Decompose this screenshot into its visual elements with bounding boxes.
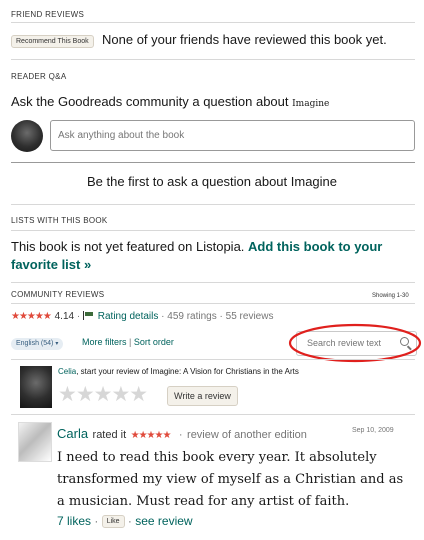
separator: · [178, 429, 183, 441]
divider [11, 59, 415, 60]
more-filters-link[interactable]: More filters [82, 337, 127, 347]
avg-rating-value: 4.14 [54, 311, 75, 322]
ask-question-input[interactable]: Ask anything about the book [50, 120, 415, 151]
chevron-down-icon: ▾ [55, 341, 59, 347]
separator: · [94, 514, 99, 528]
avatar [18, 422, 52, 462]
divider [11, 204, 415, 205]
rating-details-link[interactable]: Rating details [98, 311, 159, 322]
qa-empty-message: Be the first to ask a question about Ima… [86, 174, 338, 189]
separator: · [219, 311, 223, 322]
ratings-count: 459 ratings [167, 311, 217, 322]
reader-qa-header: READER Q&A [11, 72, 67, 81]
rating-summary: ★★★★★ 4.14 · Rating details · 459 rating… [11, 311, 273, 322]
avatar [11, 120, 43, 152]
language-filter[interactable]: English (54) ▾ [11, 338, 64, 350]
lists-header: LISTS WITH THIS BOOK [11, 216, 108, 225]
divider [11, 359, 415, 360]
review-date[interactable]: Sep 10, 2009 [352, 427, 394, 434]
lists-message: This book is not yet featured on Listopi… [11, 238, 411, 274]
no-friend-reviews-text: None of your friends have reviewed this … [102, 32, 387, 47]
separator: · [161, 311, 165, 322]
start-review-text: , start your review of Imagine: A Vision… [76, 367, 299, 376]
reviews-count: 55 reviews [225, 311, 274, 322]
start-review-prompt: Celia, start your review of Imagine: A V… [58, 367, 299, 376]
bar-chart-icon [82, 311, 95, 320]
see-review-link[interactable]: see review [135, 514, 192, 528]
divider [11, 414, 415, 415]
divider [11, 22, 415, 23]
rated-it-text: rated it [92, 429, 127, 441]
user-link[interactable]: Celia [58, 367, 76, 376]
review-rating-stars: ★★★★★ [130, 430, 172, 441]
filter-links: More filters | Sort order [82, 337, 174, 347]
showing-count: Showing 1-30 [372, 293, 409, 299]
reviewer-name-link[interactable]: Carla [57, 426, 88, 441]
pipe-separator: | [129, 337, 132, 347]
friend-reviews-header: FRIEND REVIEWS [11, 10, 85, 19]
language-filter-label: English (54) [16, 340, 54, 347]
lists-text: This book is not yet featured on Listopi… [11, 239, 245, 254]
like-button[interactable]: Like [101, 515, 125, 528]
review-edition-note: review of another edition [187, 429, 307, 441]
avg-rating-stars: ★★★★★ [11, 311, 52, 322]
divider [11, 162, 415, 163]
annotation-circle [288, 323, 422, 363]
empty-rating-stars[interactable]: ★★★★★ [58, 383, 148, 407]
likes-count-link[interactable]: 7 likes [57, 514, 91, 528]
avatar [20, 366, 52, 408]
qa-prompt: Ask the Goodreads community a question a… [11, 94, 329, 109]
community-reviews-header: COMMUNITY REVIEWS [11, 290, 105, 299]
divider [11, 303, 415, 304]
divider [11, 282, 415, 283]
sort-order-link[interactable]: Sort order [134, 337, 174, 347]
review-footer: 7 likes · Like · see review [57, 514, 193, 528]
review-body: I need to read this book every year. It … [57, 450, 404, 509]
separator: · [127, 514, 132, 528]
qa-prompt-text: Ask the Goodreads community a question a… [11, 94, 289, 109]
divider [11, 230, 415, 231]
write-review-button[interactable]: Write a review [167, 386, 238, 406]
separator: · [76, 311, 81, 322]
recommend-button[interactable]: Recommend This Book [11, 35, 94, 48]
qa-prompt-book: Imagine [292, 99, 330, 109]
